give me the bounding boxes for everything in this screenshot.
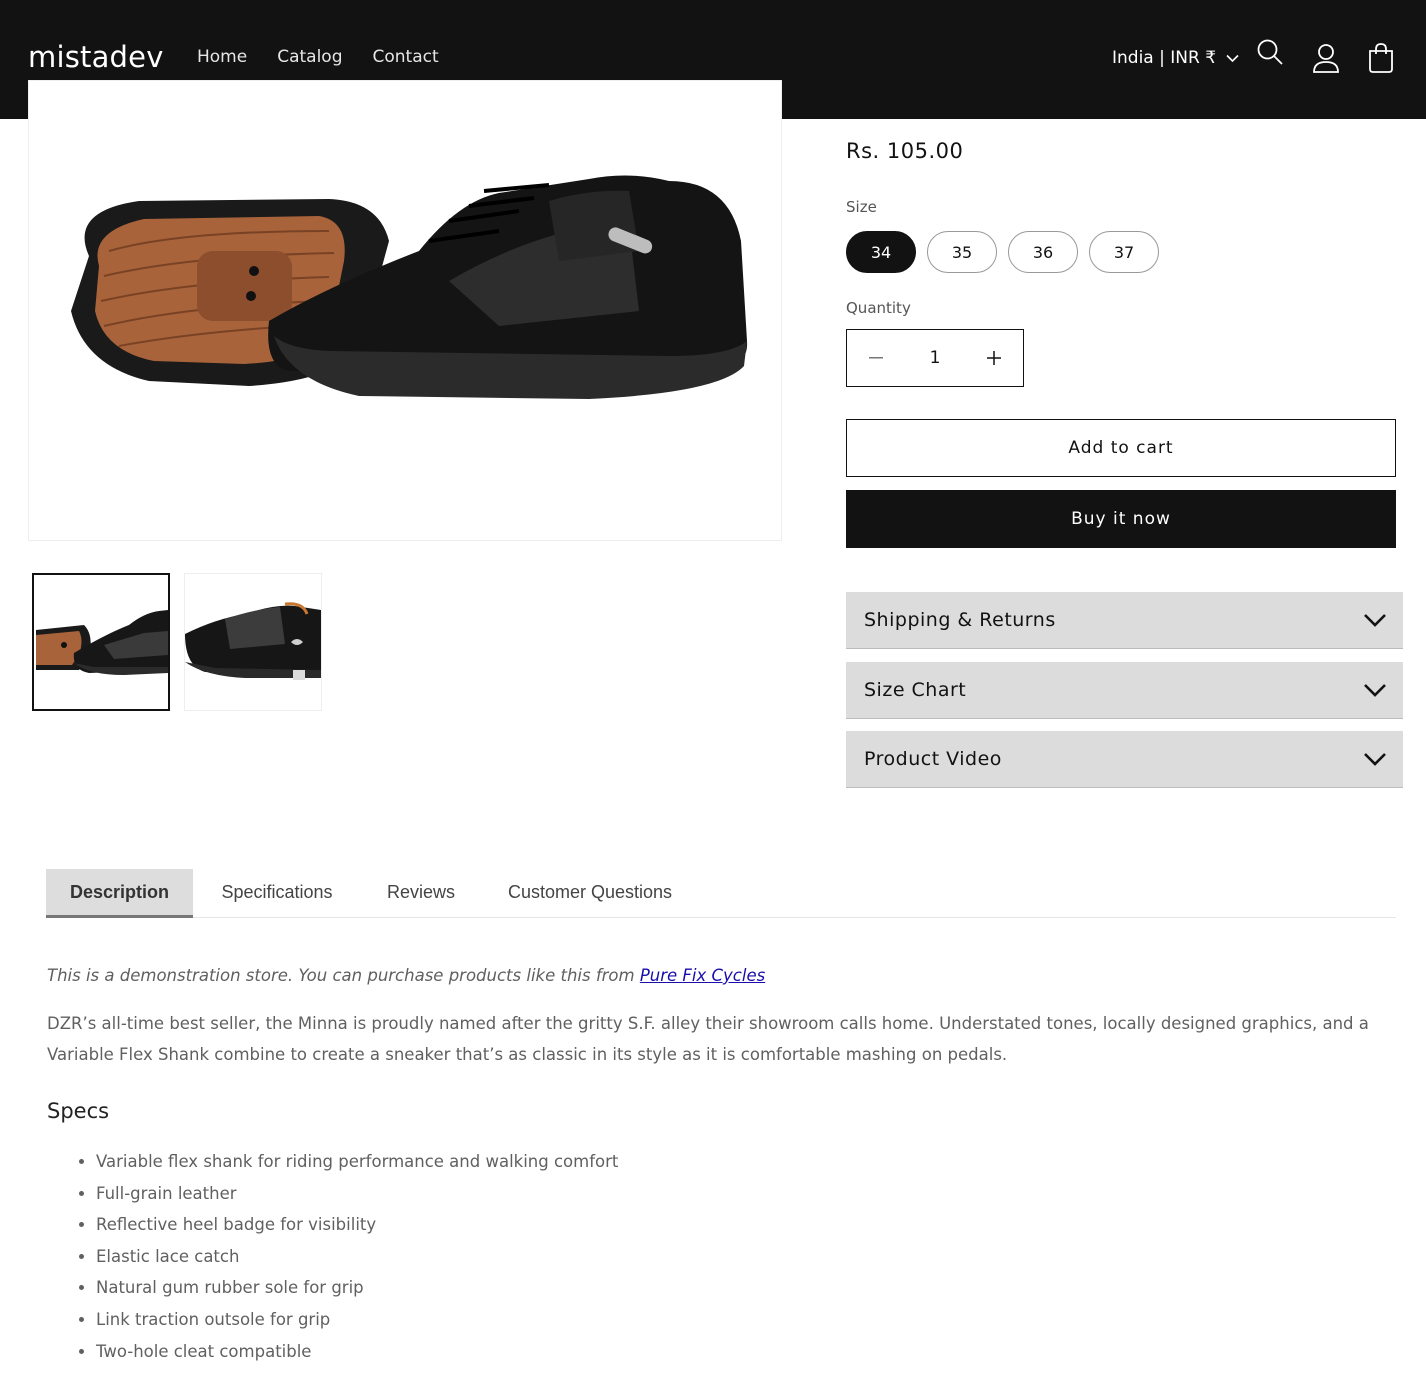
list-item: Full-grain leather <box>96 1178 1397 1210</box>
chevron-down-icon <box>1364 684 1386 697</box>
nav-catalog[interactable]: Catalog <box>277 47 342 67</box>
nav-home[interactable]: Home <box>197 47 247 67</box>
tab-specifications[interactable]: Specifications <box>206 869 348 915</box>
tab-reviews[interactable]: Reviews <box>368 869 474 915</box>
accordion-title: Shipping & Returns <box>864 609 1056 631</box>
size-label: Size <box>846 198 877 216</box>
thumbnail-1[interactable] <box>32 573 170 711</box>
buy-it-now-button[interactable]: Buy it now <box>846 490 1396 548</box>
chevron-down-icon <box>1364 753 1386 766</box>
shoe-thumbnail-image <box>185 602 321 680</box>
locale-label: India | INR ₹ <box>1112 48 1217 68</box>
list-item: Reflective heel badge for visibility <box>96 1209 1397 1241</box>
accordion-size-chart[interactable]: Size Chart <box>846 662 1403 719</box>
size-options: 34 35 36 37 <box>846 231 1159 273</box>
size-option-35[interactable]: 35 <box>927 231 997 273</box>
tab-customer-questions[interactable]: Customer Questions <box>494 869 686 915</box>
accordion-title: Product Video <box>864 748 1002 770</box>
thumbnail-2[interactable] <box>184 573 322 711</box>
description-paragraph: DZR’s all-time best seller, the Minna is… <box>47 1014 1369 1064</box>
specs-heading: Specs <box>47 1099 110 1123</box>
accordion-shipping-returns[interactable]: Shipping & Returns <box>846 592 1403 649</box>
list-item: Two-hole cleat compatible <box>96 1336 1397 1368</box>
cart-icon[interactable] <box>1366 42 1396 74</box>
account-icon[interactable] <box>1311 42 1341 74</box>
description-panel: This is a demonstration store. You can p… <box>47 960 1397 1367</box>
country-currency-selector[interactable]: India | INR ₹ <box>1112 48 1239 68</box>
quantity-label: Quantity <box>846 299 911 317</box>
quantity-input[interactable]: 1 <box>905 348 965 368</box>
demo-store-notice: This is a demonstration store. You can p… <box>47 960 1397 992</box>
chevron-down-icon <box>1226 54 1239 62</box>
quantity-increase-button[interactable] <box>965 330 1023 386</box>
size-option-36[interactable]: 36 <box>1008 231 1078 273</box>
list-item: Natural gum rubber sole for grip <box>96 1272 1397 1304</box>
shoe-image <box>71 175 748 399</box>
list-item: Elastic lace catch <box>96 1241 1397 1273</box>
main-nav: Home Catalog Contact <box>197 47 439 67</box>
chevron-down-icon <box>1364 614 1386 627</box>
pure-fix-cycles-link[interactable]: Pure Fix Cycles <box>640 966 765 985</box>
shoe-thumbnail-image <box>36 610 168 675</box>
size-option-34[interactable]: 34 <box>846 231 916 273</box>
nav-contact[interactable]: Contact <box>373 47 439 67</box>
search-icon[interactable] <box>1255 37 1285 67</box>
product-tabs: Description Specifications Reviews Custo… <box>46 869 1396 918</box>
product-price: Rs. 105.00 <box>846 139 964 163</box>
intro-text: This is a demonstration store. You can p… <box>47 966 640 985</box>
add-to-cart-button[interactable]: Add to cart <box>846 419 1396 477</box>
store-logo[interactable]: mistadev <box>28 40 164 74</box>
minus-icon <box>869 357 883 359</box>
specs-list: Variable flex shank for riding performan… <box>47 1146 1397 1367</box>
quantity-decrease-button[interactable] <box>847 330 905 386</box>
list-item: Link traction outsole for grip <box>96 1304 1397 1336</box>
size-option-37[interactable]: 37 <box>1089 231 1159 273</box>
list-item: Variable flex shank for riding performan… <box>96 1146 1397 1178</box>
tab-description[interactable]: Description <box>46 869 193 918</box>
quantity-stepper: 1 <box>846 329 1024 387</box>
plus-icon <box>987 351 1001 365</box>
accordion-title: Size Chart <box>864 679 967 701</box>
product-main-image[interactable] <box>28 80 782 541</box>
accordion-product-video[interactable]: Product Video <box>846 731 1403 788</box>
